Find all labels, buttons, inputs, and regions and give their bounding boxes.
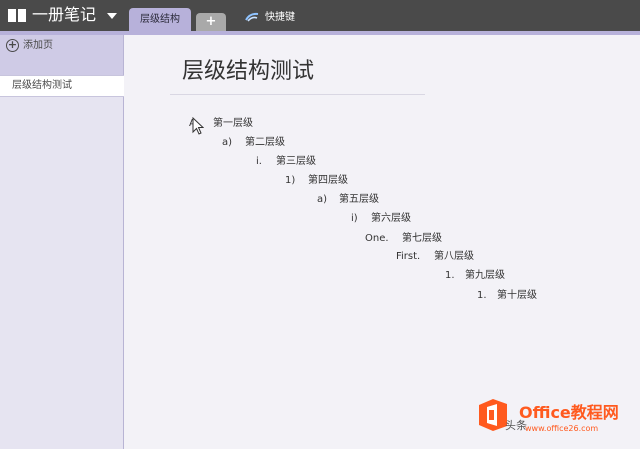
list-marker: 1) — [285, 175, 296, 186]
list-marker: 1. — [477, 290, 487, 301]
list-marker: One. — [365, 233, 389, 244]
list-text: 第一层级 — [213, 118, 253, 129]
list-marker: i) — [351, 213, 358, 224]
page-list-header-gap — [0, 59, 123, 75]
list-text: 第二层级 — [245, 137, 285, 148]
list-marker: i. — [256, 156, 262, 167]
page-title[interactable]: 层级结构测试 — [182, 57, 314, 87]
list-text: 第五层级 — [339, 194, 379, 205]
tab-section-hierarchy[interactable]: 层级结构 — [129, 8, 191, 31]
chevron-down-icon[interactable] — [107, 13, 117, 19]
list-text: 第八层级 — [434, 251, 474, 262]
add-page-label: 添加页 — [23, 40, 53, 51]
list-item[interactable]: a) 第二层级 — [222, 136, 285, 150]
list-item[interactable]: 1. 第十层级 — [477, 289, 537, 303]
watermark-url: www.office26.com — [525, 424, 599, 433]
list-item[interactable]: One. 第七层级 — [365, 232, 442, 246]
page-item-hierarchy-test[interactable]: 层级结构测试 — [0, 75, 124, 97]
page-canvas[interactable]: 层级结构测试 A.第一层级 a)第二层级 i.第三层级 1)第四层级 a)第五层… — [125, 35, 640, 449]
add-page-button[interactable]: + 添加页 — [0, 35, 123, 59]
list-item[interactable]: a) 第五层级 — [317, 193, 379, 207]
mouse-cursor-icon — [192, 117, 204, 135]
list-item[interactable]: 1) 第四层级 — [285, 174, 348, 188]
list-marker: First. — [396, 251, 421, 262]
list-item[interactable]: 1. 第九层级 — [445, 269, 505, 283]
office-logo-icon — [479, 399, 507, 431]
list-text: 第三层级 — [276, 156, 316, 167]
list-text: 第十层级 — [497, 290, 537, 301]
list-text: 第七层级 — [402, 233, 442, 244]
list-item[interactable]: i. 第三层级 — [256, 155, 316, 169]
quick-key-icon — [245, 12, 259, 22]
title-divider — [170, 94, 425, 95]
page-list-panel: + 添加页 层级结构测试 — [0, 35, 124, 449]
list-text: 第四层级 — [308, 175, 348, 186]
list-item[interactable]: i) 第六层级 — [351, 212, 411, 226]
list-item[interactable]: First. 第八层级 — [396, 250, 474, 264]
list-marker: a) — [222, 137, 233, 148]
list-text: 第六层级 — [371, 213, 411, 224]
watermark-brand: Office教程网 — [519, 403, 619, 422]
add-section-button[interactable]: + — [196, 13, 226, 31]
quick-key-label: 快捷键 — [265, 12, 295, 23]
list-text: 第九层级 — [465, 270, 505, 281]
add-circle-icon: + — [6, 38, 19, 52]
quick-key-tab[interactable]: 快捷键 — [245, 10, 295, 26]
title-bar: 一册笔记 层级结构 + 快捷键 — [0, 0, 640, 31]
notebook-icon[interactable] — [8, 9, 26, 22]
list-marker: 1. — [445, 270, 455, 281]
list-marker: a) — [317, 194, 328, 205]
notebook-title[interactable]: 一册笔记 — [32, 4, 96, 26]
